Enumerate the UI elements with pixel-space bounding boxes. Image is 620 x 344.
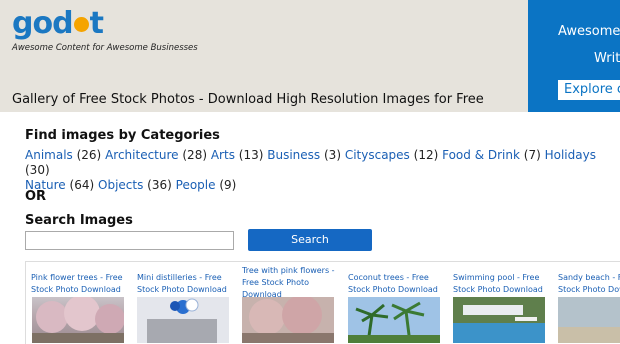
coconut-trees-image — [348, 297, 440, 343]
ad-explore-button[interactable]: Explore c — [558, 80, 620, 100]
tree-pink-flowers-image — [242, 297, 334, 343]
ad-headline: Awesome — [558, 24, 620, 39]
gallery-thumb-sandy-beach[interactable] — [558, 297, 620, 343]
category-people[interactable]: People (9) — [176, 178, 237, 192]
gallery-caption-coconut-trees[interactable]: Coconut trees - Free Stock Photo Downloa… — [348, 272, 446, 296]
category-objects[interactable]: Objects (36) — [98, 178, 172, 192]
search-input[interactable] — [25, 231, 234, 250]
gallery-thumb-swimming-pool[interactable] — [453, 297, 545, 343]
sandy-beach-image — [558, 297, 620, 343]
gallery-caption-mini-distilleries[interactable]: Mini distilleries - Free Stock Photo Dow… — [137, 272, 235, 296]
logo-sun-icon — [73, 17, 89, 32]
mini-distilleries-image — [137, 297, 229, 343]
gallery-caption-tree-pink-flowers[interactable]: Tree with pink flowers - Free Stock Phot… — [242, 265, 340, 301]
site-tagline: Awesome Content for Awesome Businesses — [12, 43, 198, 53]
gallery-thumb-mini-distilleries[interactable] — [137, 297, 229, 343]
category-list: Animals (26) Architecture (28) Arts (13)… — [25, 148, 615, 193]
swimming-pool-image — [453, 297, 545, 343]
search-button[interactable]: Search — [248, 229, 372, 251]
site-logo[interactable]: god t — [12, 6, 104, 42]
gallery-thumb-pink-flower-trees[interactable] — [32, 297, 124, 343]
gallery-caption-swimming-pool[interactable]: Swimming pool - Free Stock Photo Downloa… — [453, 272, 551, 296]
ad-subline: Writ — [594, 51, 620, 66]
category-arts[interactable]: Arts (13) — [211, 148, 264, 162]
gallery-caption-pink-flower-trees[interactable]: Pink flower trees - Free Stock Photo Dow… — [31, 272, 129, 296]
gallery-thumb-tree-pink-flowers[interactable] — [242, 297, 334, 343]
category-business[interactable]: Business (3) — [267, 148, 341, 162]
category-cityscapes[interactable]: Cityscapes (12) — [345, 148, 438, 162]
pink-flower-trees-image — [32, 297, 124, 343]
category-food-drink[interactable]: Food & Drink (7) — [442, 148, 541, 162]
gallery-thumb-coconut-trees[interactable] — [348, 297, 440, 343]
gallery-caption-sandy-beach[interactable]: Sandy beach - Free Stock Photo Download — [558, 272, 620, 296]
or-separator: OR — [25, 189, 47, 204]
page-title: Gallery of Free Stock Photos - Download … — [12, 92, 484, 107]
search-heading: Search Images — [25, 213, 133, 228]
category-architecture[interactable]: Architecture (28) — [105, 148, 207, 162]
ad-banner[interactable]: Awesome Writ Explore c — [528, 0, 620, 112]
categories-heading: Find images by Categories — [25, 128, 220, 143]
site-header: god t Awesome Content for Awesome Busines… — [0, 0, 620, 112]
category-animals[interactable]: Animals (26) — [25, 148, 101, 162]
